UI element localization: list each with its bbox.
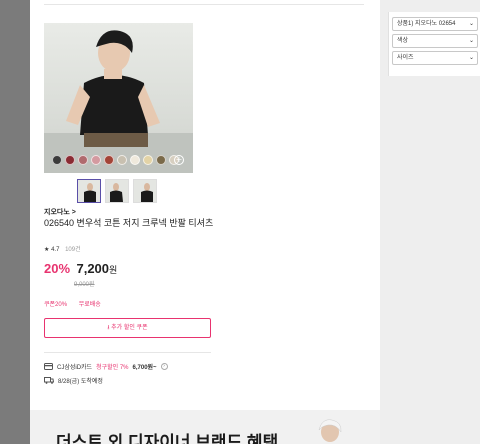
top-divider <box>44 4 364 5</box>
color-swatch[interactable] <box>52 155 62 165</box>
chevron-down-icon: ⌄ <box>468 55 474 61</box>
rating[interactable]: ★ 4.7 109건 <box>44 244 81 253</box>
truck-icon <box>44 377 54 384</box>
shipping-info: 8/28(금) 도착예정 <box>44 376 103 385</box>
color-swatch[interactable] <box>143 155 153 165</box>
color-swatch[interactable] <box>78 155 88 165</box>
thumbnail-3[interactable] <box>133 179 157 203</box>
benefit-tags: 쿠폰20% 무료배송 <box>44 299 101 308</box>
star-icon: ★ <box>44 247 50 253</box>
color-swatch[interactable] <box>91 155 101 165</box>
card-name: CJ삼성iD카드 <box>57 365 93 371</box>
sale-price: 7,200 <box>76 261 110 276</box>
rating-value: 4.7 <box>51 247 60 253</box>
card-offer[interactable]: CJ삼성iD카드 청구할인 7% 6,700원~ › <box>44 362 168 371</box>
product-title: 026540 변우석 코튼 저지 크루넥 반팔 티셔츠 <box>44 218 214 228</box>
color-swatch[interactable] <box>65 155 75 165</box>
option-panel: 상품1) 지오다노 02654 ⌄ 색상 ⌄ 사이즈 ⌄ <box>380 0 480 444</box>
size-select-value: 사이즈 <box>397 55 414 61</box>
card-discount: 청구할인 7% <box>96 365 129 371</box>
currency: 원 <box>109 265 118 275</box>
section-divider <box>44 352 211 353</box>
product-select[interactable]: 상품1) 지오다노 02654 ⌄ <box>392 17 478 31</box>
promo-banner[interactable]: 더스트 외 디자이너 브랜드 혜택 <box>30 410 380 444</box>
product-image[interactable]: + <box>44 23 193 173</box>
chevron-down-icon: ⌄ <box>468 21 474 27</box>
card-icon <box>44 363 53 370</box>
original-price: 9,000원 <box>74 282 95 288</box>
chevron-down-icon: ⌄ <box>468 38 474 44</box>
overlay-left <box>0 0 30 444</box>
discount-rate: 20% <box>44 261 71 276</box>
color-swatch[interactable] <box>156 155 166 165</box>
size-select[interactable]: 사이즈 ⌄ <box>392 51 478 65</box>
banner-title: 더스트 외 디자이너 브랜드 혜택 <box>56 433 279 444</box>
price-row: 20% 7,200원 <box>44 260 117 278</box>
thumbnail-1[interactable] <box>77 179 101 203</box>
banner-model-image <box>318 419 342 442</box>
card-price: 6,700원~ <box>132 365 157 371</box>
extra-coupon-button[interactable]: ⭳ 추가 할인 쿠폰 <box>44 318 211 338</box>
review-count: 109건 <box>65 247 81 253</box>
color-swatch[interactable] <box>104 155 114 165</box>
free-shipping-tag: 무료배송 <box>78 302 101 308</box>
thumbnail-2[interactable] <box>105 179 129 203</box>
color-swatch[interactable] <box>130 155 140 165</box>
more-colors-icon[interactable]: + <box>174 155 184 165</box>
color-select-value: 색상 <box>397 38 409 44</box>
product-panel: + 지오다노 > 026540 변우석 코튼 저지 크루넥 반팔 티셔츠 ★ 4… <box>30 0 380 444</box>
product-select-value: 상품1) 지오다노 02654 <box>397 21 456 27</box>
delivery-date: 8/28(금) 도착예정 <box>58 379 103 385</box>
coupon-tag: 쿠폰20% <box>44 302 68 308</box>
model-photo <box>44 30 193 173</box>
brand-link[interactable]: 지오다노 > <box>44 207 76 217</box>
color-swatch[interactable] <box>117 155 127 165</box>
color-select[interactable]: 색상 ⌄ <box>392 34 478 48</box>
thumbnail-strip <box>77 179 157 203</box>
color-swatches <box>52 155 179 165</box>
info-icon[interactable]: › <box>160 363 168 370</box>
